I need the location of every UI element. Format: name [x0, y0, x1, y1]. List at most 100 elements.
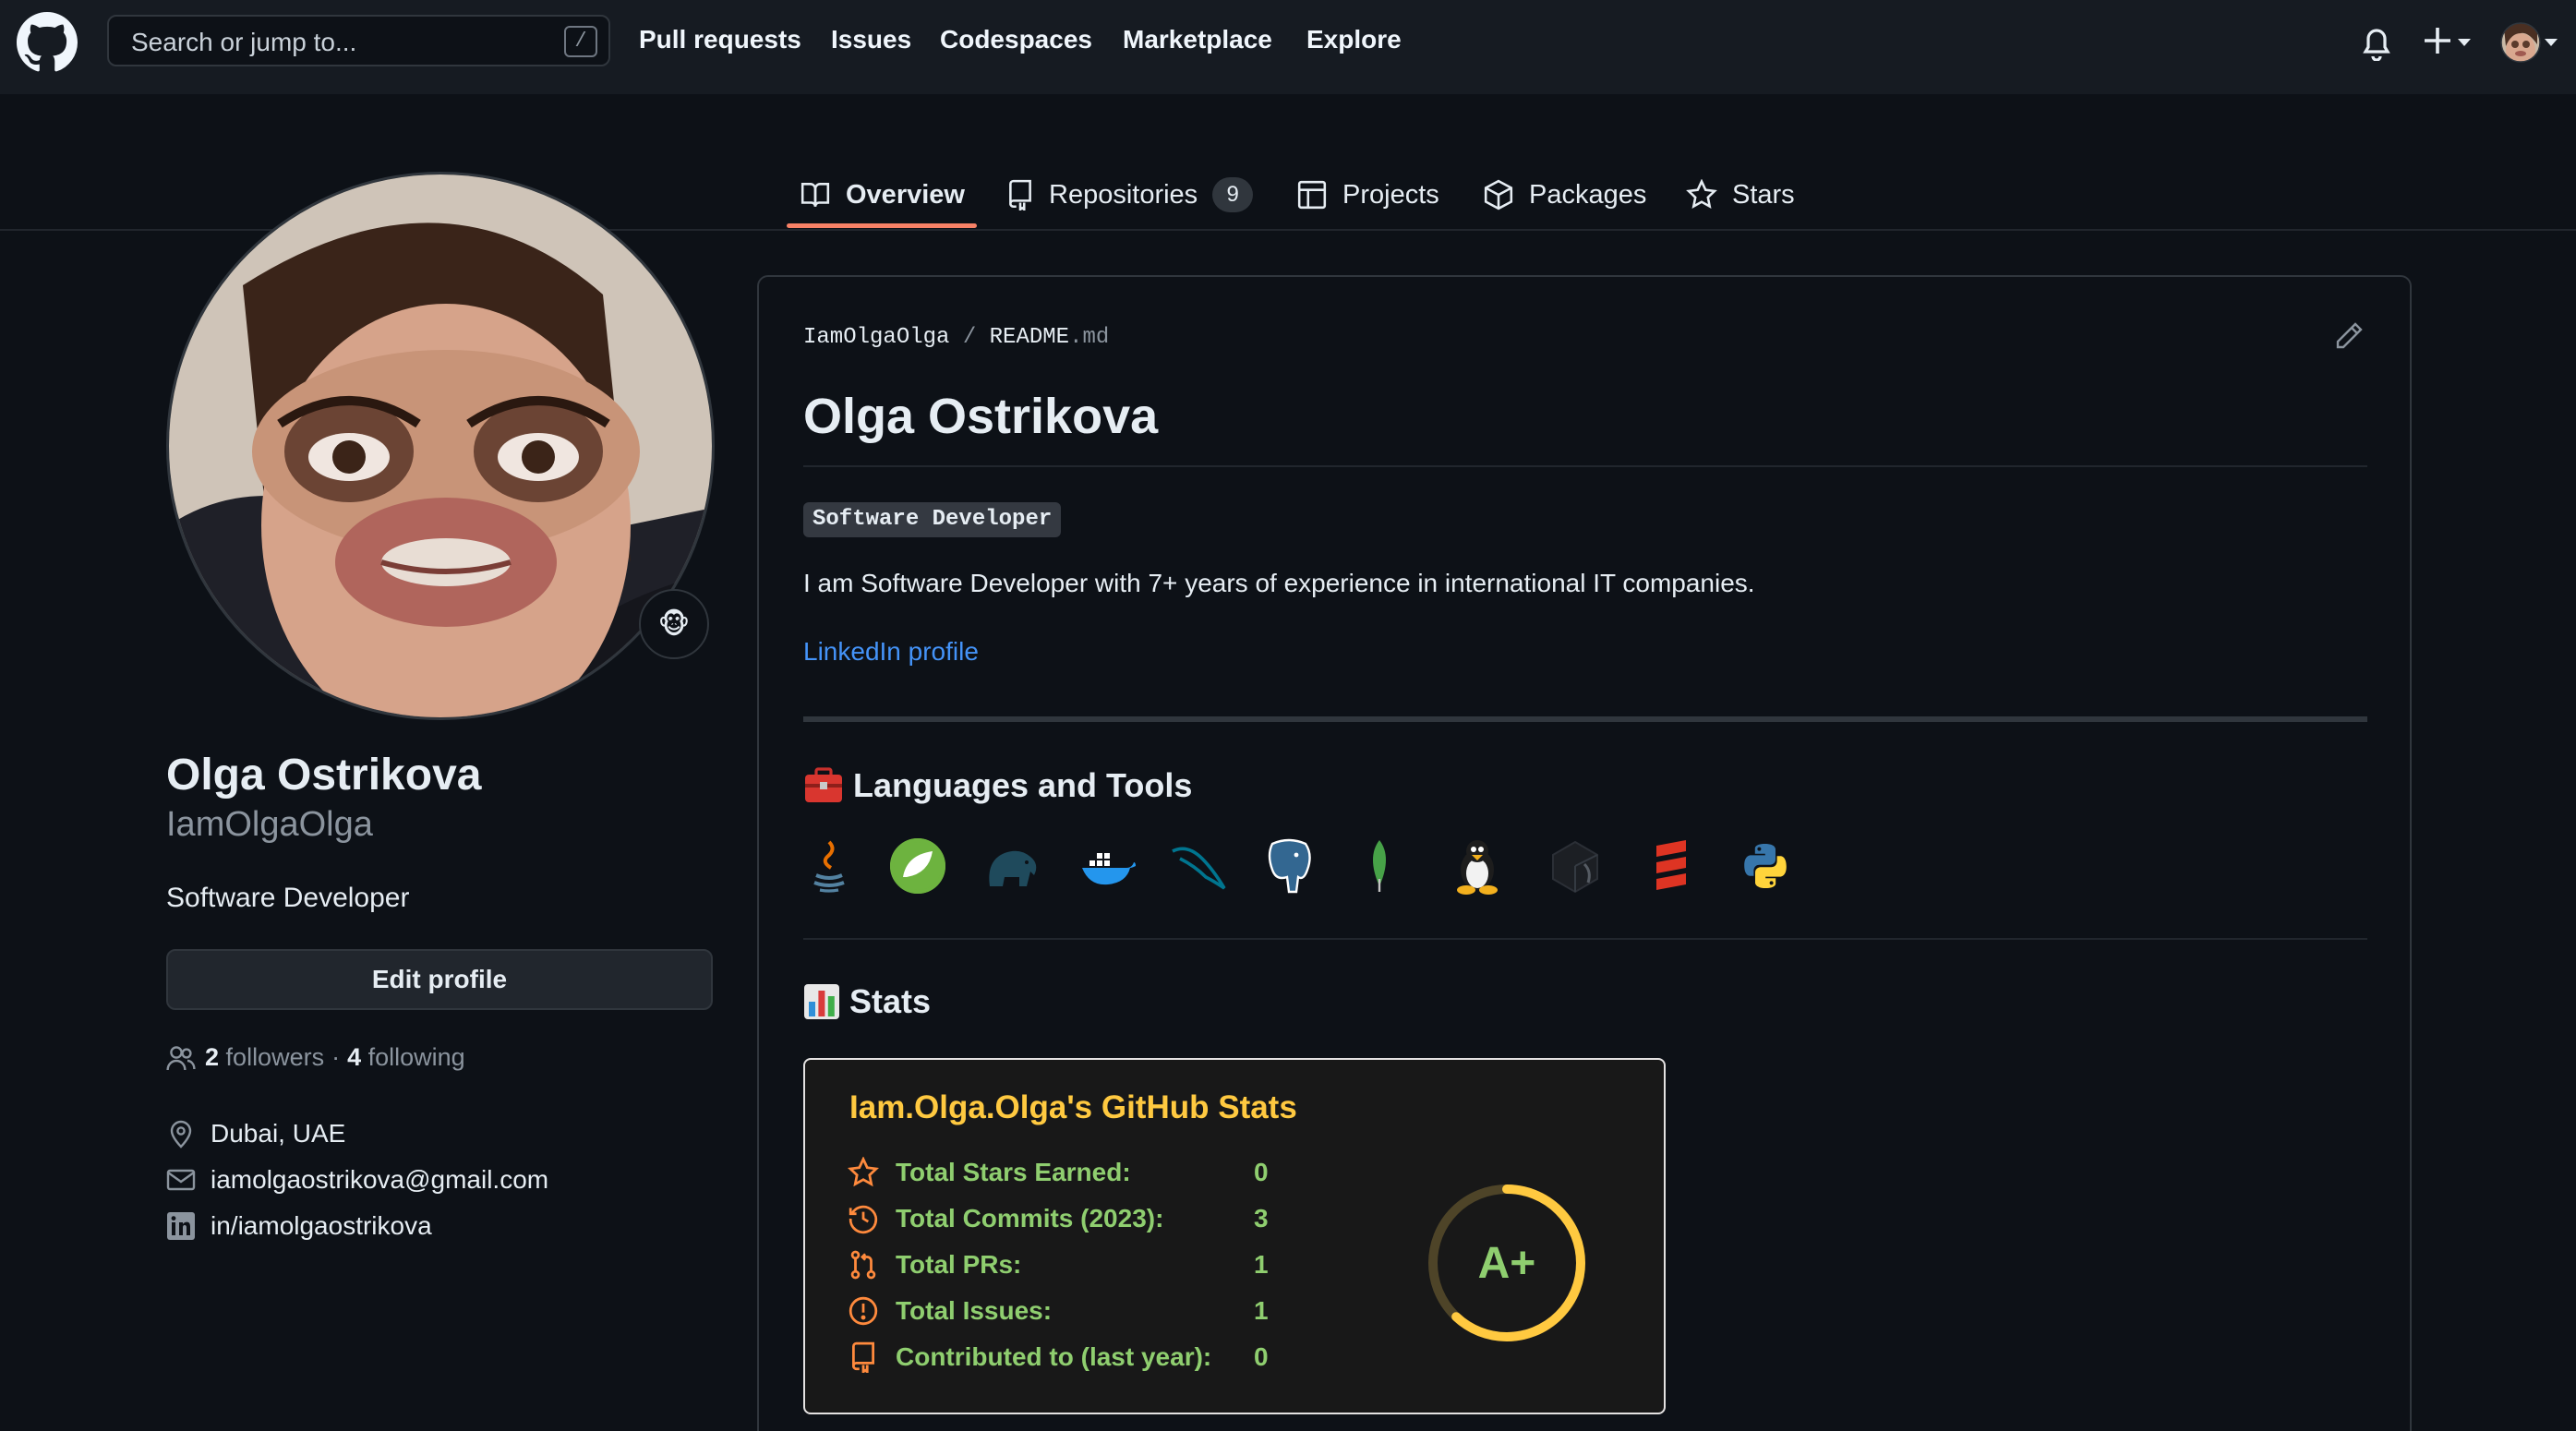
email-text: iamolgaostrikova@gmail.com — [211, 1165, 549, 1194]
path-separator: / — [962, 325, 977, 350]
chevron-down-icon — [2458, 39, 2471, 46]
tab-projects[interactable]: Projects — [1296, 164, 1439, 225]
follow-separator: · — [331, 1043, 341, 1071]
readme-file-link[interactable]: README.md — [990, 325, 1110, 350]
grade-ring: A+ — [1428, 1184, 1585, 1341]
readme-filename: README — [989, 325, 1070, 350]
search-shortcut-key: / — [564, 26, 597, 57]
followers-count: 2 — [205, 1043, 220, 1071]
nav-marketplace[interactable]: Marketplace — [1123, 25, 1272, 54]
profile-email[interactable]: iamolgaostrikova@gmail.com — [166, 1165, 548, 1195]
stat-value-contributed: 0 — [1254, 1342, 1269, 1371]
readme-intro: I am Software Developer with 7+ years of… — [803, 569, 1755, 597]
profile-bio: Software Developer — [166, 883, 410, 913]
header-avatar — [2500, 22, 2541, 63]
history-icon — [849, 1205, 878, 1234]
toolbox-icon — [805, 767, 842, 802]
readme-owner-link[interactable]: IamOlgaOlga — [803, 325, 949, 350]
stats-card-title: Iam.Olga.Olga's GitHub Stats — [849, 1089, 1297, 1125]
avatar-photo — [169, 174, 712, 717]
tab-label: Stars — [1732, 179, 1795, 210]
chevron-down-icon — [2545, 39, 2558, 46]
pr-icon — [850, 1250, 876, 1280]
stat-value-issues: 1 — [1254, 1296, 1269, 1325]
follow-stats: 2 followers · 4 following — [166, 1043, 465, 1072]
stats-heading-text: Stats — [849, 982, 932, 1020]
tab-stars[interactable]: Stars — [1686, 164, 1795, 225]
nav-issues[interactable]: Issues — [831, 25, 911, 54]
repo-icon — [851, 1341, 875, 1373]
profile-fullname: Olga Ostrikova — [166, 751, 482, 800]
location-text: Dubai, UAE — [211, 1119, 346, 1148]
postgresql-icon[interactable] — [1259, 836, 1318, 896]
readme-title: Olga Ostrikova — [803, 389, 1159, 444]
search-input[interactable]: Search or jump to... / — [107, 15, 610, 66]
profile-linkedin[interactable]: in/iamolgaostrikova — [166, 1211, 432, 1241]
stat-label: Total PRs: — [896, 1250, 1022, 1279]
tools-heading-text: Languages and Tools — [853, 766, 1193, 804]
github-logo-icon[interactable] — [17, 12, 78, 73]
following-link[interactable]: 4 following — [347, 1043, 465, 1072]
profile-username: IamOlgaOlga — [166, 805, 373, 844]
location-icon — [170, 1120, 192, 1148]
tab-active-underline — [787, 223, 977, 228]
tab-label: Overview — [846, 179, 965, 210]
java-icon[interactable] — [800, 836, 859, 896]
stat-value-stars: 0 — [1254, 1158, 1269, 1186]
role-code-badge: Software Developer — [803, 502, 1062, 537]
nav-codespaces[interactable]: Codespaces — [940, 25, 1092, 54]
table-icon — [1297, 180, 1327, 210]
repo-count-badge: 9 — [1212, 177, 1254, 212]
tab-label: Projects — [1342, 179, 1439, 210]
set-status-button[interactable]: 🐵 — [639, 589, 709, 659]
linkedin-text: in/iamolgaostrikova — [211, 1211, 432, 1240]
stat-row-commits: Total Commits (2023): — [848, 1200, 1163, 1237]
monkey-emoji-icon: 🐵 — [657, 608, 691, 640]
readme-extension: .md — [1069, 325, 1110, 350]
star-icon — [1686, 179, 1717, 209]
search-placeholder: Search or jump to... — [131, 28, 357, 56]
issue-icon — [849, 1296, 878, 1326]
stat-value-prs: 1 — [1254, 1250, 1269, 1279]
edit-readme-pencil-icon[interactable] — [2334, 321, 2364, 351]
mongodb-icon[interactable] — [1350, 836, 1409, 896]
profile-avatar[interactable] — [166, 172, 715, 720]
stats-heading: Stats — [803, 982, 931, 1021]
stat-label: Total Commits (2023): — [896, 1204, 1164, 1233]
followers-link[interactable]: 2 followers — [205, 1043, 324, 1072]
nav-pull-requests[interactable]: Pull requests — [639, 25, 801, 54]
followers-label: followers — [225, 1043, 325, 1071]
spring-icon[interactable] — [888, 836, 947, 896]
grade-text: A+ — [1478, 1239, 1536, 1288]
tab-repositories[interactable]: Repositories 9 — [1006, 164, 1254, 225]
top-header: Search or jump to... / Pull requests Iss… — [0, 0, 2576, 94]
python-icon[interactable] — [1736, 836, 1795, 896]
people-icon — [166, 1045, 196, 1070]
bell-icon[interactable] — [2360, 24, 2393, 61]
book-icon — [800, 183, 830, 207]
following-label: following — [367, 1043, 465, 1071]
docker-icon[interactable] — [1078, 836, 1138, 896]
mysql-icon[interactable] — [1169, 836, 1228, 896]
stat-row-issues: Total Issues: — [848, 1293, 1052, 1329]
divider — [803, 716, 2367, 722]
stat-row-prs: Total PRs: — [848, 1246, 1021, 1283]
plus-icon — [2425, 28, 2450, 54]
tab-label: Packages — [1529, 179, 1647, 210]
cube-icon[interactable] — [1546, 836, 1605, 896]
scala-icon[interactable] — [1642, 836, 1701, 896]
readme-breadcrumb: IamOlgaOlga / README.md — [803, 325, 1109, 350]
stat-label: Total Stars Earned: — [896, 1158, 1131, 1186]
tab-overview[interactable]: Overview — [800, 164, 965, 225]
linux-icon[interactable] — [1448, 836, 1507, 896]
nav-explore[interactable]: Explore — [1306, 25, 1402, 54]
stat-label: Total Issues: — [896, 1296, 1053, 1325]
following-count: 4 — [347, 1043, 362, 1071]
tab-label: Repositories — [1049, 179, 1198, 210]
tab-packages[interactable]: Packages — [1483, 164, 1646, 225]
edit-profile-button[interactable]: Edit profile — [166, 949, 713, 1010]
hadoop-elephant-icon[interactable] — [982, 836, 1041, 896]
linkedin-profile-link[interactable]: LinkedIn profile — [803, 637, 979, 667]
stat-row-contributed: Contributed to (last year): — [848, 1339, 1211, 1376]
star-icon — [848, 1157, 879, 1187]
